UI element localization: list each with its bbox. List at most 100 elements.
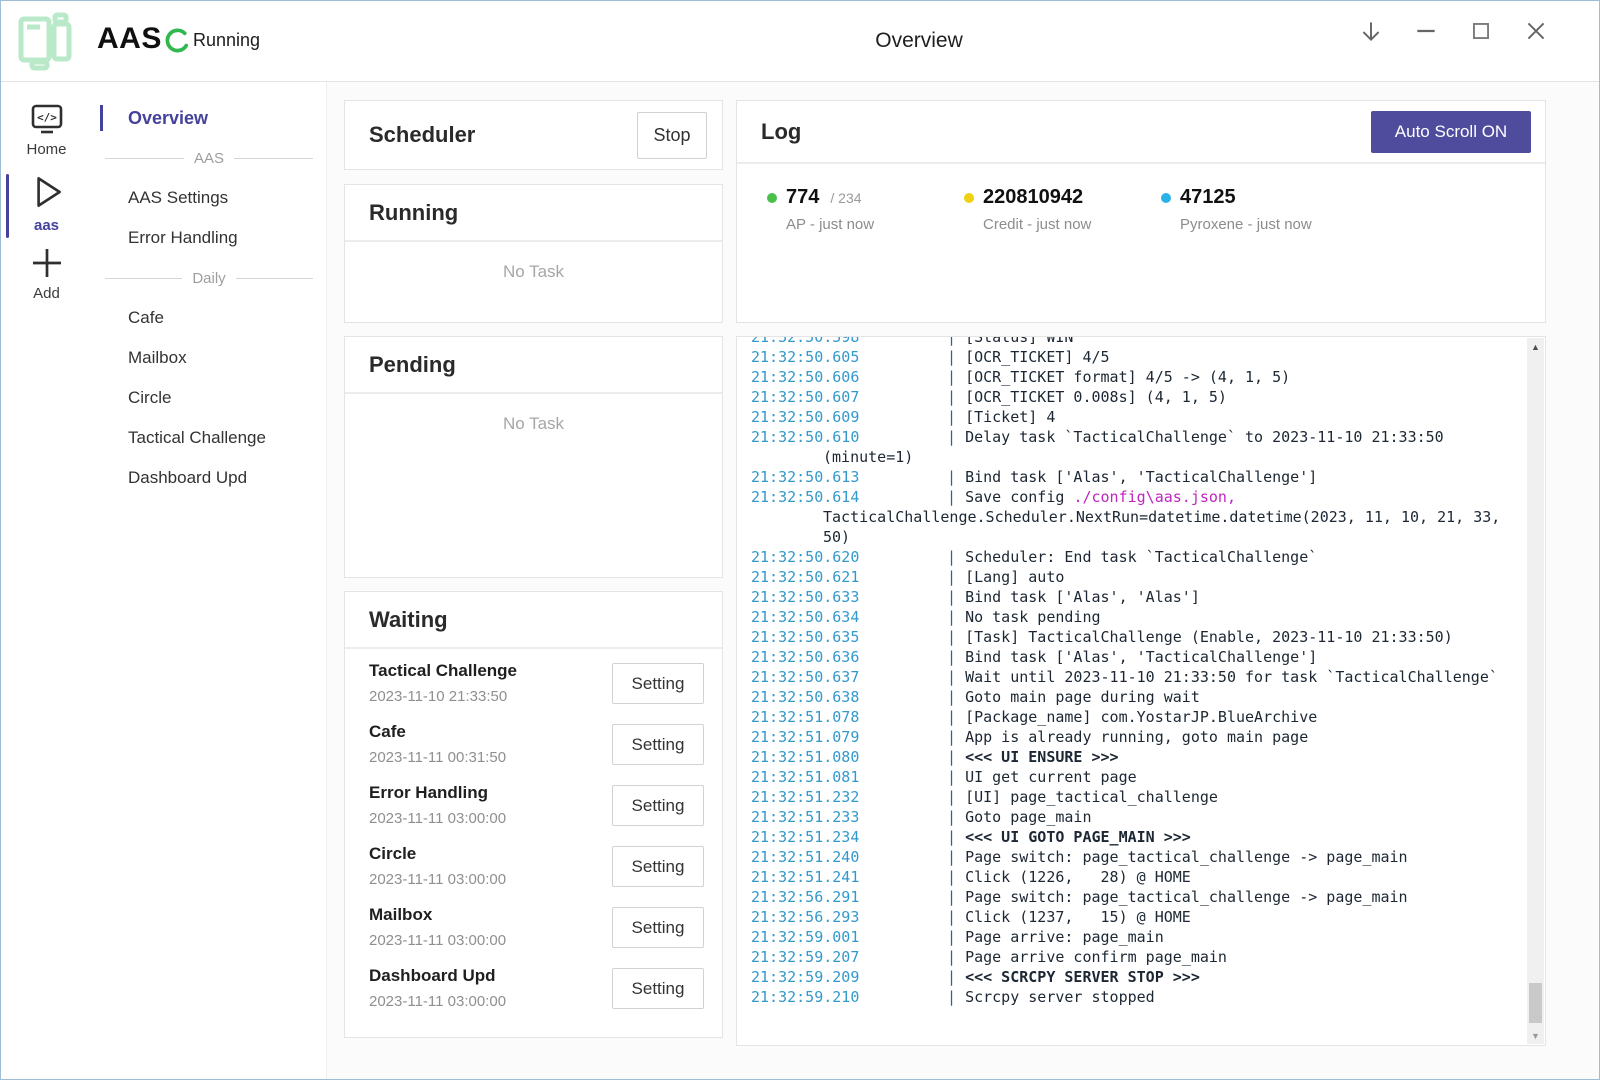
arrow-down-icon bbox=[1358, 18, 1384, 44]
sidebar-item[interactable]: Overview bbox=[92, 98, 326, 138]
sidebar-item[interactable]: AAS Settings bbox=[92, 178, 326, 218]
log-line: INFO21:32:50.637Wait until 2023-11-10 21… bbox=[751, 667, 1501, 687]
waiting-task-row: Tactical Challenge 2023-11-10 21:33:50 S… bbox=[369, 657, 707, 718]
sidebar-item[interactable]: Error Handling bbox=[92, 218, 326, 258]
plus-icon bbox=[29, 245, 65, 281]
log-message: [Status] WIN bbox=[965, 336, 1073, 346]
scroll-up-icon[interactable] bbox=[1527, 340, 1544, 355]
app-name: AAS bbox=[97, 22, 162, 56]
log-separator bbox=[947, 548, 965, 566]
rail-home-label: Home bbox=[26, 141, 66, 158]
pending-title: Pending bbox=[369, 352, 456, 378]
rail-item-add[interactable]: Add bbox=[1, 245, 92, 302]
log-separator bbox=[947, 728, 965, 746]
task-setting-button[interactable]: Setting bbox=[612, 663, 704, 704]
log-separator bbox=[947, 648, 965, 666]
home-icon: </> bbox=[28, 103, 66, 137]
log-scrollbar[interactable] bbox=[1527, 338, 1544, 1044]
log-message: Scrcpy server stopped bbox=[965, 988, 1155, 1006]
hide-window-button[interactable] bbox=[1356, 13, 1386, 49]
log-line: INFO21:32:51.232[UI] page_tactical_chall… bbox=[751, 787, 1501, 807]
log-timestamp: 21:32:56.293 bbox=[823, 907, 947, 927]
log-line: INFO21:32:50.607[OCR_TICKET 0.008s] (4, … bbox=[751, 387, 1501, 407]
running-title: Running bbox=[369, 200, 458, 226]
log-line: INFO21:32:50.605[OCR_TICKET] 4/5 bbox=[751, 347, 1501, 367]
sidebar-item[interactable]: Cafe bbox=[92, 298, 326, 338]
stat-value-row: 47125 bbox=[1161, 186, 1358, 209]
log-message: Bind task ['Alas', 'Alas'] bbox=[965, 588, 1200, 606]
task-setting-button[interactable]: Setting bbox=[612, 968, 704, 1009]
auto-scroll-toggle-button[interactable]: Auto Scroll ON bbox=[1371, 111, 1531, 153]
log-line: INFO21:32:50.621[Lang] auto bbox=[751, 567, 1501, 587]
task-setting-button[interactable]: Setting bbox=[612, 846, 704, 887]
task-setting-button[interactable]: Setting bbox=[612, 724, 704, 765]
log-line: INFO21:32:50.636Bind task ['Alas', 'Tact… bbox=[751, 647, 1501, 667]
log-line: INFO21:32:50.638Goto main page during wa… bbox=[751, 687, 1501, 707]
log-message: App is already running, goto main page bbox=[965, 728, 1308, 746]
log-timestamp: 21:32:59.210 bbox=[823, 987, 947, 1007]
log-message: Click (1226, 28) @ HOME bbox=[965, 868, 1191, 886]
close-icon bbox=[1523, 18, 1549, 44]
log-timestamp: 21:32:51.078 bbox=[823, 707, 947, 727]
log-timestamp: 21:32:51.234 bbox=[823, 827, 947, 847]
log-message: UI get current page bbox=[965, 768, 1137, 786]
running-empty-text: No Task bbox=[345, 262, 722, 282]
log-separator bbox=[947, 748, 965, 766]
stat-dot-icon bbox=[964, 193, 974, 203]
log-separator bbox=[947, 828, 965, 846]
scheduler-card: Scheduler Stop bbox=[344, 100, 723, 170]
stat-block: 220810942 Credit - just now bbox=[964, 186, 1161, 233]
log-message: [Package_name] com.YostarJP.BlueArchive bbox=[965, 708, 1317, 726]
rail-item-aas[interactable]: aas bbox=[1, 171, 92, 234]
task-setting-button[interactable]: Setting bbox=[612, 907, 704, 948]
log-header: Log Auto Scroll ON bbox=[737, 101, 1545, 164]
log-line: INFO21:32:51.240Page switch: page_tactic… bbox=[751, 847, 1501, 867]
log-line: INFO21:32:56.293Click (1237, 15) @ HOME bbox=[751, 907, 1501, 927]
log-timestamp: 21:32:50.633 bbox=[823, 587, 947, 607]
stat-value: 220810942 bbox=[983, 186, 1083, 209]
sidebar-item-label: Overview bbox=[128, 108, 208, 129]
sidebar-item-label: Error Handling bbox=[128, 228, 238, 248]
sidebar-item[interactable]: Mailbox bbox=[92, 338, 326, 378]
rail-item-home[interactable]: </> Home bbox=[1, 103, 92, 158]
sidebar-item[interactable]: Tactical Challenge bbox=[92, 418, 326, 458]
dashboard-stats: 774 / 234 AP - just now 220810942 Credit… bbox=[737, 164, 1545, 233]
stat-label: AP - just now bbox=[786, 216, 964, 233]
stat-value-row: 774 / 234 bbox=[767, 186, 964, 209]
running-card: Running No Task bbox=[344, 184, 723, 323]
scheduler-stop-button[interactable]: Stop bbox=[637, 112, 707, 159]
log-timestamp: 21:32:50.614 bbox=[823, 487, 947, 507]
log-line: INFO21:32:59.001Page arrive: page_main bbox=[751, 927, 1501, 947]
log-message: <<< SCRCPY SERVER STOP >>> bbox=[965, 968, 1200, 986]
log-timestamp: 21:32:50.634 bbox=[823, 607, 947, 627]
log-timestamp: 21:32:59.209 bbox=[823, 967, 947, 987]
log-separator bbox=[947, 708, 965, 726]
log-message: Page switch: page_tactical_challenge -> … bbox=[965, 888, 1408, 906]
log-separator bbox=[947, 908, 965, 926]
maximize-button[interactable] bbox=[1466, 13, 1496, 49]
sidebar-item[interactable]: Dashboard Upd bbox=[92, 458, 326, 498]
scroll-down-icon[interactable] bbox=[1527, 1029, 1544, 1044]
waiting-task-row: Mailbox 2023-11-11 03:00:00 Setting bbox=[369, 901, 707, 962]
log-line: INFO21:32:50.634No task pending bbox=[751, 607, 1501, 627]
log-timestamp: 21:32:50.606 bbox=[823, 367, 947, 387]
window-controls bbox=[1356, 13, 1551, 49]
log-separator bbox=[947, 888, 965, 906]
log-line: INFO21:32:50.613Bind task ['Alas', 'Tact… bbox=[751, 467, 1501, 487]
title-bar: AAS Running Overview bbox=[1, 1, 1599, 82]
log-separator bbox=[947, 588, 965, 606]
log-timestamp: 21:32:51.232 bbox=[823, 787, 947, 807]
task-setting-button[interactable]: Setting bbox=[612, 785, 704, 826]
log-message: <<< UI GOTO PAGE_MAIN >>> bbox=[965, 828, 1191, 846]
log-message: [Lang] auto bbox=[965, 568, 1064, 586]
app-window: { "theme": { "accent": "#44429a", "accen… bbox=[0, 0, 1600, 1080]
waiting-task-row: Dashboard Upd 2023-11-11 03:00:00 Settin… bbox=[369, 962, 707, 1023]
sidebar-item[interactable]: Circle bbox=[92, 378, 326, 418]
log-separator bbox=[947, 568, 965, 586]
scrollbar-thumb[interactable] bbox=[1529, 983, 1542, 1023]
log-timestamp: 21:32:59.207 bbox=[823, 947, 947, 967]
close-button[interactable] bbox=[1521, 13, 1551, 49]
pending-card: Pending No Task bbox=[344, 336, 723, 578]
minimize-button[interactable] bbox=[1411, 13, 1441, 49]
sidebar-item-label: Circle bbox=[128, 388, 171, 408]
